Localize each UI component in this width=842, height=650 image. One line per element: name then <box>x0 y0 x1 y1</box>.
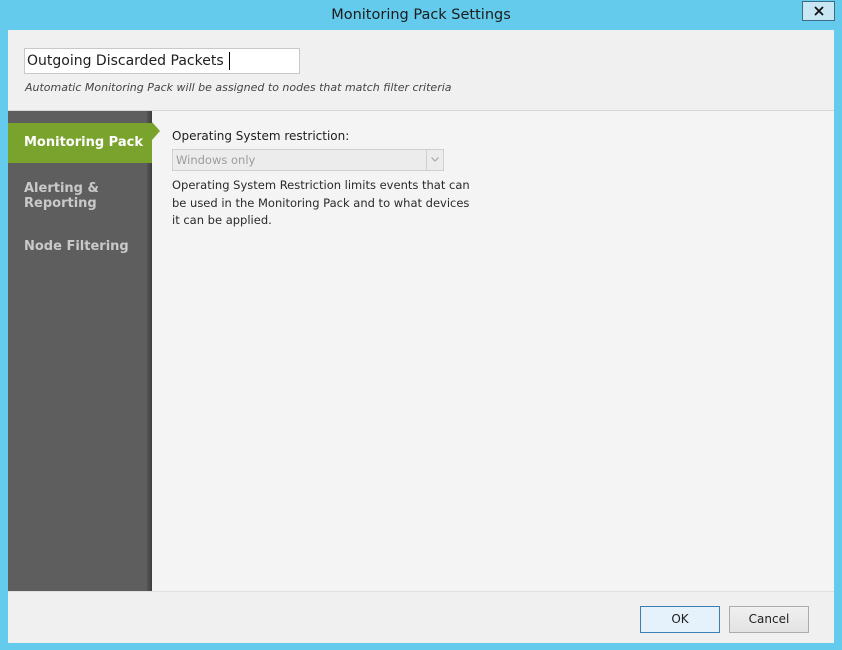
sidebar-item-label: Node Filtering <box>24 239 129 254</box>
sidebar-nav: Monitoring Pack Alerting & Reporting Nod… <box>8 111 152 591</box>
close-icon <box>814 6 824 16</box>
os-restriction-label: Operating System restriction: <box>172 129 350 143</box>
os-restriction-description: Operating System Restriction limits even… <box>172 178 470 227</box>
monitoring-pack-settings-window: Monitoring Pack Settings Automatic Monit… <box>0 0 842 650</box>
os-dropdown-button[interactable] <box>426 150 443 170</box>
ok-button[interactable]: OK <box>640 606 720 633</box>
os-restriction-select[interactable]: Windows only <box>172 149 444 171</box>
dialog-footer: OK Cancel <box>8 591 834 643</box>
sidebar-item-label: Reporting <box>24 196 97 211</box>
sidebar-item-label: Alerting & <box>24 181 99 196</box>
sidebar-item-node-filtering[interactable]: Node Filtering <box>8 239 152 254</box>
close-button[interactable] <box>802 1 835 21</box>
sidebar-item-alerting-reporting[interactable]: Alerting & Reporting <box>8 181 152 211</box>
pack-name-input[interactable] <box>24 48 300 74</box>
chevron-down-icon <box>431 157 439 162</box>
dialog-client-area: Automatic Monitoring Pack will be assign… <box>8 30 834 643</box>
header-subtitle: Automatic Monitoring Pack will be assign… <box>25 81 452 94</box>
title-bar[interactable]: Monitoring Pack Settings <box>0 0 842 30</box>
window-title: Monitoring Pack Settings <box>331 7 511 23</box>
sidebar-item-label: Monitoring Pack <box>24 135 143 150</box>
dialog-header: Automatic Monitoring Pack will be assign… <box>8 30 834 111</box>
os-restriction-value: Windows only <box>176 153 256 167</box>
sidebar-item-monitoring-pack[interactable]: Monitoring Pack <box>8 123 152 163</box>
cancel-button[interactable]: Cancel <box>729 606 809 633</box>
text-caret <box>229 52 230 70</box>
content-area: Monitoring Pack Alerting & Reporting Nod… <box>8 111 834 591</box>
main-panel: Operating System restriction: Windows on… <box>152 111 834 591</box>
